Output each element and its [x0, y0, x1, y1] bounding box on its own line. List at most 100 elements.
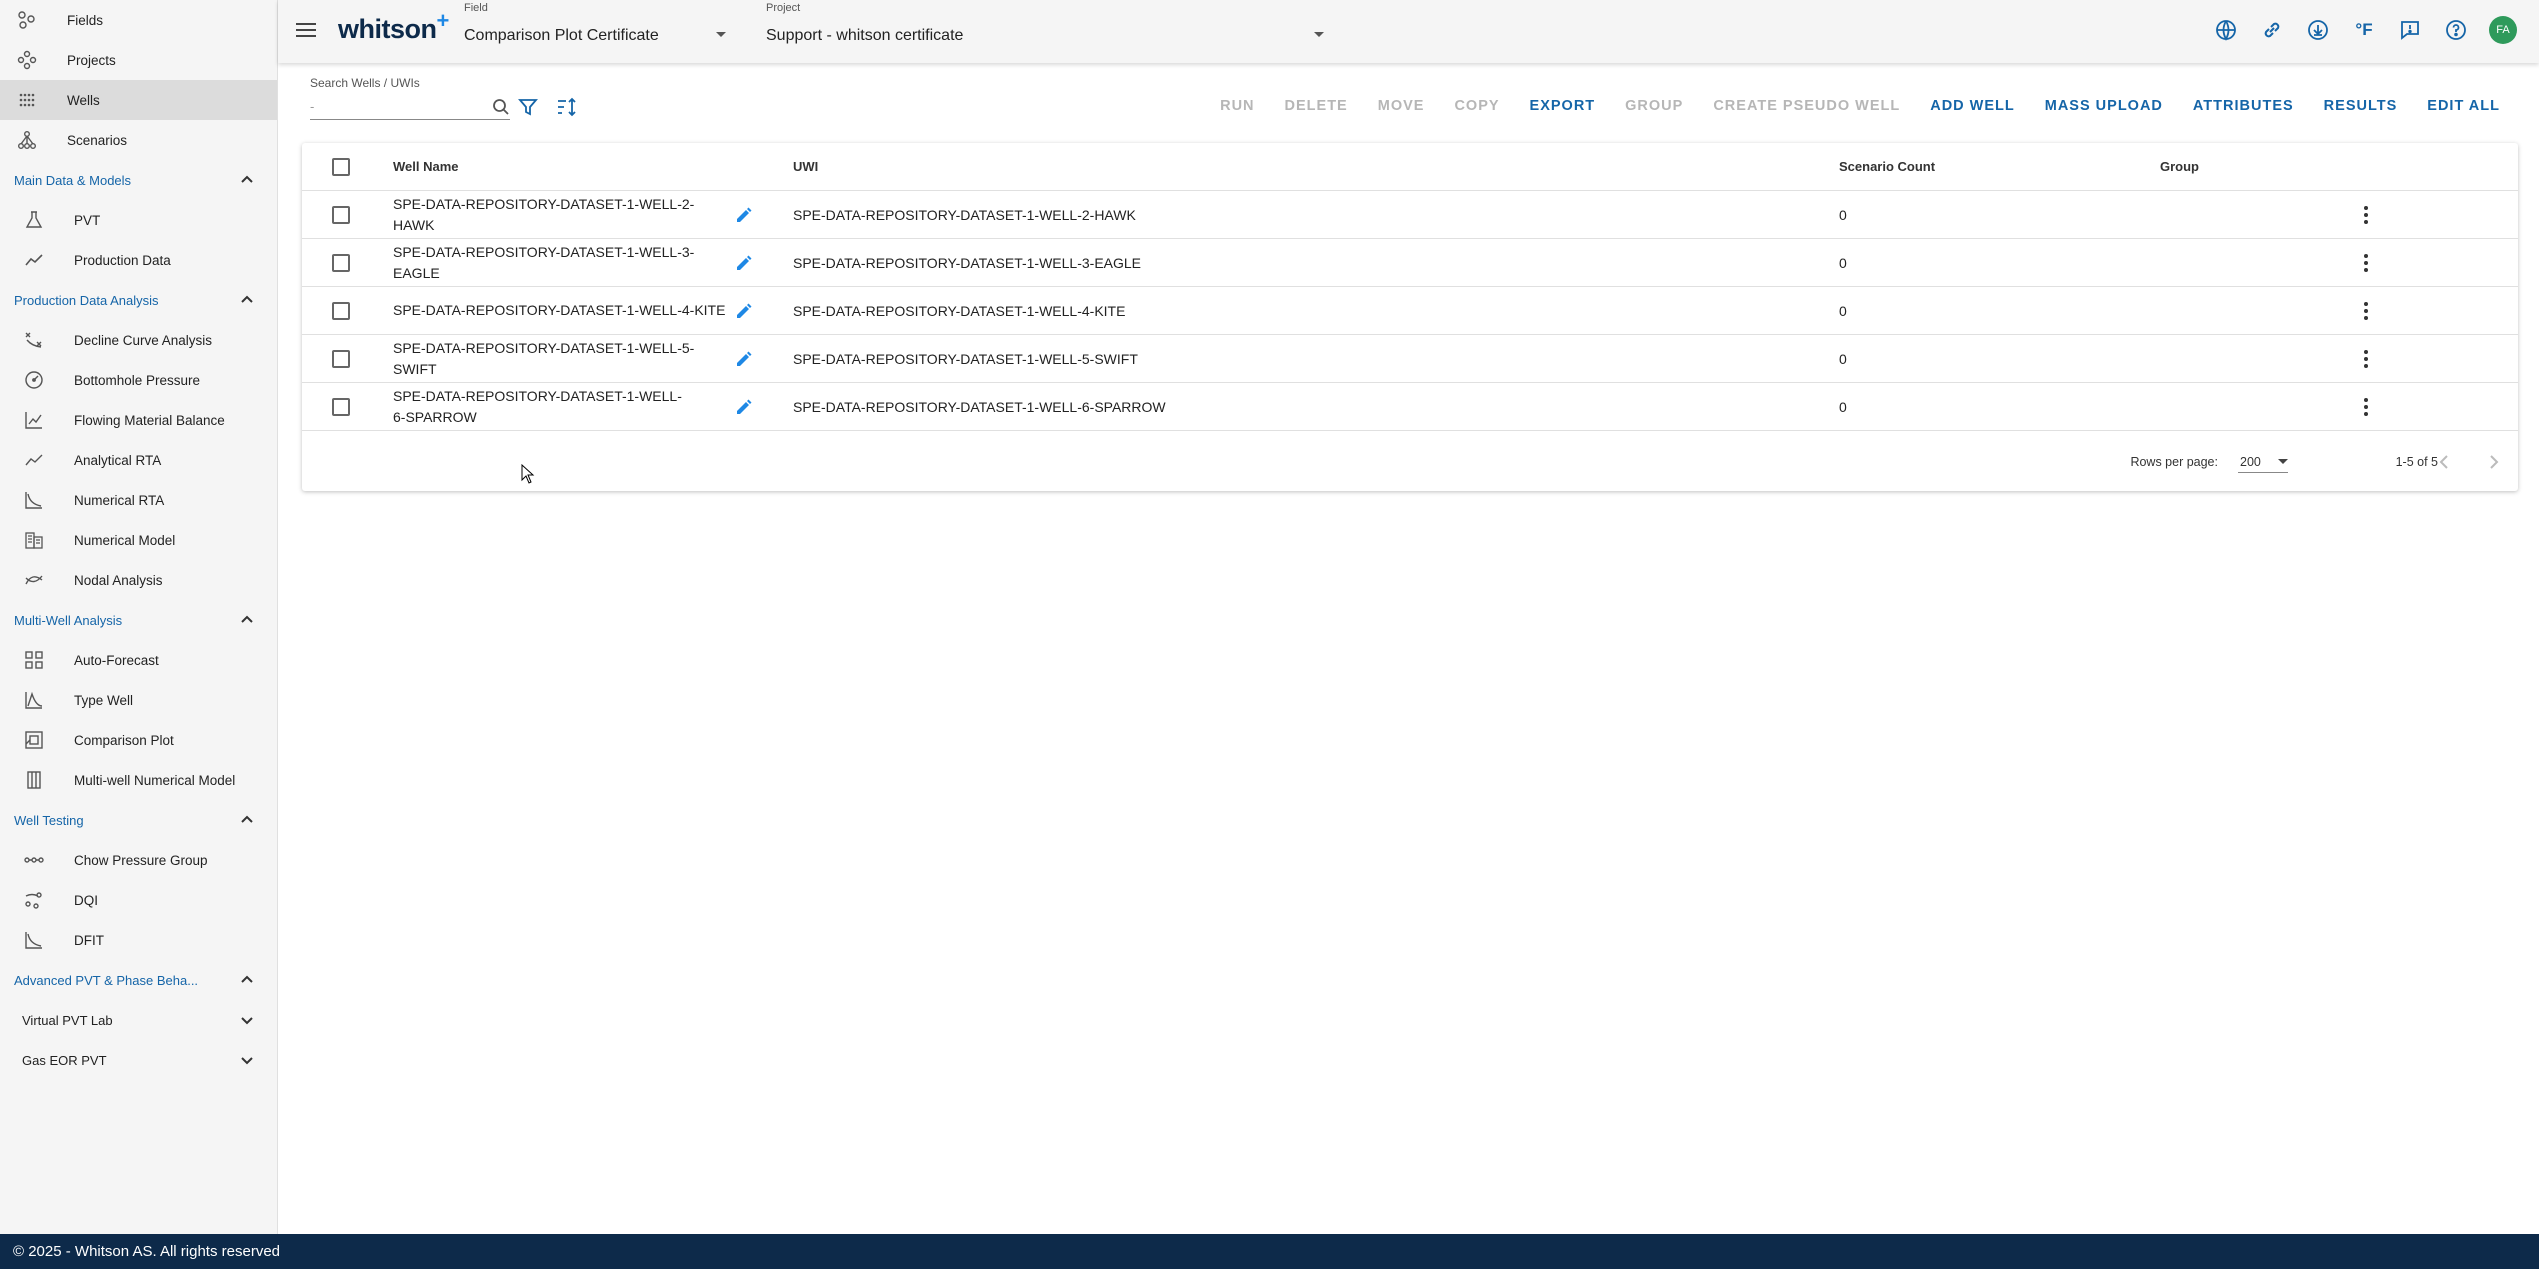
- delete-button[interactable]: DELETE: [1270, 98, 1363, 114]
- sidebar: Fields Projects Wells Scenarios Main Dat…: [0, 0, 278, 1234]
- sidebar-group-virtual-pvt-lab[interactable]: Virtual PVT Lab: [0, 1000, 277, 1040]
- pencil-icon[interactable]: [735, 398, 753, 416]
- sidebar-item-comparison-plot[interactable]: Comparison Plot: [0, 720, 277, 760]
- link-icon[interactable]: [2259, 17, 2285, 43]
- field-label: Field: [464, 2, 488, 14]
- select-all-checkbox[interactable]: [332, 157, 350, 176]
- table-pagination: Rows per page: 200 1-5 of 5: [302, 435, 2518, 491]
- sidebar-item-chow-pressure-group[interactable]: Chow Pressure Group: [0, 840, 277, 880]
- column-header-group[interactable]: Group: [2160, 143, 2199, 190]
- sidebar-item-production-data[interactable]: Production Data: [0, 240, 277, 280]
- row-checkbox[interactable]: [332, 397, 350, 416]
- more-vert-icon[interactable]: [2355, 252, 2377, 274]
- mass-upload-button[interactable]: MASS UPLOAD: [2030, 98, 2178, 114]
- sidebar-group-gas-eor-pvt[interactable]: Gas EOR PVT: [0, 1040, 277, 1080]
- sidebar-item-analytical-rta[interactable]: Analytical RTA: [0, 440, 277, 480]
- sidebar-item-numerical-model[interactable]: Numerical Model: [0, 520, 277, 560]
- copy-button[interactable]: COPY: [1439, 98, 1514, 114]
- more-vert-icon[interactable]: [2355, 396, 2377, 418]
- sidebar-item-bottomhole-pressure[interactable]: Bottomhole Pressure: [0, 360, 277, 400]
- nodal-icon: [24, 570, 44, 590]
- sort-icon[interactable]: [556, 96, 578, 118]
- app-logo[interactable]: whitson+: [338, 8, 449, 45]
- pencil-icon[interactable]: [735, 302, 753, 320]
- column-header-scenario-count[interactable]: Scenario Count: [1839, 143, 1935, 190]
- run-button[interactable]: RUN: [1205, 98, 1269, 114]
- column-header-well-name[interactable]: Well Name: [393, 143, 459, 190]
- field-value: Comparison Plot Certificate: [464, 27, 659, 44]
- rows-per-page-select[interactable]: 200: [2238, 451, 2288, 473]
- row-checkbox[interactable]: [332, 253, 350, 272]
- create-pseudo-well-button[interactable]: CREATE PSEUDO WELL: [1698, 98, 1915, 114]
- table-row[interactable]: SPE-DATA-REPOSITORY-DATASET-1-WELL-2-HAW…: [302, 191, 2518, 239]
- cell-uwi: SPE-DATA-REPOSITORY-DATASET-1-WELL-3-EAG…: [793, 254, 1142, 271]
- chevron-right-icon[interactable]: [2482, 450, 2506, 474]
- globe-icon[interactable]: [2213, 17, 2239, 43]
- filter-icon[interactable]: [517, 96, 539, 118]
- more-vert-icon[interactable]: [2355, 204, 2377, 226]
- menu-icon[interactable]: [295, 20, 317, 40]
- trend-icon: [24, 250, 44, 270]
- sidebar-item-auto-forecast[interactable]: Auto-Forecast: [0, 640, 277, 680]
- table-row[interactable]: SPE-DATA-REPOSITORY-DATASET-1-WELL-4-KIT…: [302, 287, 2518, 335]
- results-button[interactable]: RESULTS: [2309, 98, 2413, 114]
- sidebar-item-label: Wells: [67, 92, 100, 108]
- table-row[interactable]: SPE-DATA-REPOSITORY-DATASET-1-WELL-5-SWI…: [302, 335, 2518, 383]
- section-advanced-pvt[interactable]: Advanced PVT & Phase Beha...: [0, 960, 277, 1000]
- pencil-icon[interactable]: [735, 350, 753, 368]
- table-row[interactable]: SPE-DATA-REPOSITORY-DATASET-1-WELL-3-EAG…: [302, 239, 2518, 287]
- chevron-left-icon[interactable]: [2432, 450, 2456, 474]
- caret-down-icon: [2278, 459, 2288, 464]
- search-icon[interactable]: [492, 98, 510, 116]
- row-checkbox[interactable]: [332, 301, 350, 320]
- row-checkbox[interactable]: [332, 349, 350, 368]
- column-header-uwi[interactable]: UWI: [793, 143, 818, 190]
- export-button[interactable]: EXPORT: [1515, 98, 1611, 114]
- sidebar-item-decline-curve-analysis[interactable]: Decline Curve Analysis: [0, 320, 277, 360]
- row-checkbox[interactable]: [332, 205, 350, 224]
- move-button[interactable]: MOVE: [1363, 98, 1440, 114]
- attributes-button[interactable]: ATTRIBUTES: [2178, 98, 2309, 114]
- help-icon[interactable]: [2443, 17, 2469, 43]
- section-well-testing[interactable]: Well Testing: [0, 800, 277, 840]
- search-input[interactable]: -: [310, 94, 510, 120]
- group-button[interactable]: GROUP: [1610, 98, 1698, 114]
- sidebar-item-scenarios[interactable]: Scenarios: [0, 120, 277, 160]
- sidebar-item-multi-well-numerical-model[interactable]: Multi-well Numerical Model: [0, 760, 277, 800]
- sidebar-item-type-well[interactable]: Type Well: [0, 680, 277, 720]
- more-vert-icon[interactable]: [2355, 300, 2377, 322]
- rows-per-page-value: 200: [2240, 454, 2261, 469]
- download-icon[interactable]: [2305, 17, 2331, 43]
- project-select[interactable]: Project Support - whitson certificate: [766, 0, 1324, 60]
- sidebar-item-label: Nodal Analysis: [74, 572, 163, 588]
- section-production-data-analysis[interactable]: Production Data Analysis: [0, 280, 277, 320]
- sidebar-item-fields[interactable]: Fields: [0, 0, 277, 40]
- add-well-button[interactable]: ADD WELL: [1915, 98, 2030, 114]
- section-title: Advanced PVT & Phase Beha...: [14, 972, 199, 988]
- sidebar-item-flowing-material-balance[interactable]: Flowing Material Balance: [0, 400, 277, 440]
- pencil-icon[interactable]: [735, 206, 753, 224]
- table-row[interactable]: SPE-DATA-REPOSITORY-DATASET-1-WELL-6-SPA…: [302, 383, 2518, 431]
- table-header: Well Name UWI Scenario Count Group: [302, 143, 2518, 191]
- sidebar-item-nodal-analysis[interactable]: Nodal Analysis: [0, 560, 277, 600]
- sidebar-item-dqi[interactable]: DQI: [0, 880, 277, 920]
- sidebar-item-label: Chow Pressure Group: [74, 852, 208, 868]
- section-main-data-models[interactable]: Main Data & Models: [0, 160, 277, 200]
- sidebar-item-label: Projects: [67, 52, 116, 68]
- edit-all-button[interactable]: EDIT ALL: [2412, 98, 2515, 114]
- sidebar-item-projects[interactable]: Projects: [0, 40, 277, 80]
- sidebar-item-dfit[interactable]: DFIT: [0, 920, 277, 960]
- section-multi-well-analysis[interactable]: Multi-Well Analysis: [0, 600, 277, 640]
- sidebar-item-label: Bottomhole Pressure: [74, 372, 201, 388]
- more-vert-icon[interactable]: [2355, 348, 2377, 370]
- sidebar-item-pvt[interactable]: PVT: [0, 200, 277, 240]
- avatar[interactable]: FA: [2489, 16, 2517, 44]
- field-select[interactable]: Field Comparison Plot Certificate: [464, 0, 739, 60]
- sidebar-item-numerical-rta[interactable]: Numerical RTA: [0, 480, 277, 520]
- feedback-icon[interactable]: [2397, 17, 2423, 43]
- temperature-unit-icon[interactable]: °F: [2351, 17, 2377, 43]
- search-wells: Search Wells / UWIs -: [310, 76, 510, 120]
- project-label: Project: [766, 2, 801, 14]
- pencil-icon[interactable]: [735, 254, 753, 272]
- sidebar-item-wells[interactable]: Wells: [0, 80, 277, 120]
